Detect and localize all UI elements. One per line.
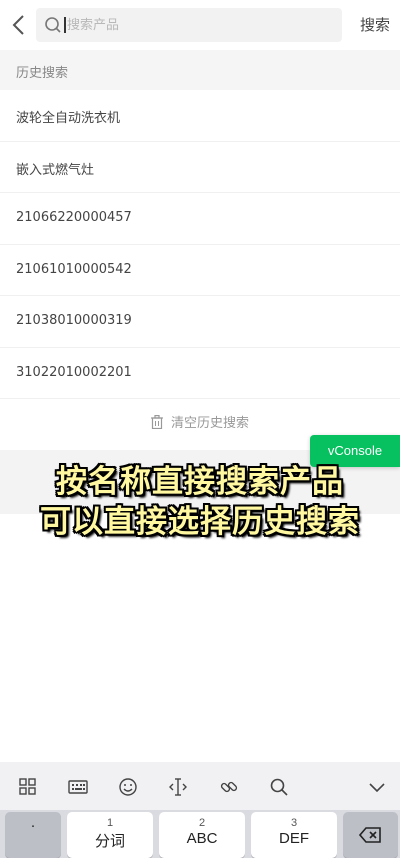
punctuation-key[interactable]: · — [5, 812, 61, 858]
history-item[interactable]: 波轮全自动洗衣机 — [0, 90, 400, 142]
back-arrow-icon[interactable] — [8, 12, 30, 38]
history-list: 波轮全自动洗衣机 嵌入式燃气灶 21066220000457 210610100… — [0, 90, 400, 399]
history-item[interactable]: 31022010002201 — [0, 348, 400, 399]
backspace-icon — [358, 827, 381, 843]
key-3[interactable]: 3 DEF — [251, 812, 337, 858]
grid-icon[interactable] — [17, 776, 39, 798]
key-number: 1 — [106, 817, 114, 829]
search-box[interactable] — [36, 8, 342, 42]
history-header: 历史搜索 — [0, 50, 400, 90]
search-button[interactable]: 搜索 — [360, 14, 390, 35]
caption-line-1: 按名称直接搜索产品 — [56, 464, 344, 500]
clear-history-button[interactable]: 清空历史搜索 — [0, 412, 400, 431]
history-item[interactable]: 21066220000457 — [0, 193, 400, 245]
chevron-down-icon[interactable] — [366, 776, 388, 798]
key-number: 2 — [198, 817, 206, 829]
search-input[interactable] — [67, 8, 327, 42]
emoji-icon[interactable] — [117, 776, 139, 798]
caption-line-2: 可以直接选择历史搜索 — [40, 504, 360, 540]
text-caret — [64, 17, 66, 33]
search-icon[interactable] — [268, 776, 290, 798]
key-2[interactable]: 2 ABC — [159, 812, 245, 858]
key-label: DEF — [279, 830, 309, 847]
clear-history-label: 清空历史搜索 — [170, 416, 249, 431]
key-1[interactable]: 1 分词 — [67, 812, 153, 858]
key-label: · — [30, 817, 36, 834]
keyboard-toolbar — [0, 762, 400, 810]
search-bar: 搜索 — [0, 0, 400, 50]
key-label: 分词 — [94, 833, 125, 850]
link-icon[interactable] — [218, 776, 240, 798]
video-caption: 按名称直接搜索产品 可以直接选择历史搜索 — [0, 462, 400, 542]
text-cursor-icon[interactable] — [167, 776, 189, 798]
history-item[interactable]: 嵌入式燃气灶 — [0, 142, 400, 193]
history-item[interactable]: 21038010000319 — [0, 296, 400, 348]
key-number: 3 — [290, 817, 298, 829]
search-icon — [45, 17, 61, 33]
trash-icon — [150, 415, 163, 429]
backspace-key[interactable] — [343, 812, 398, 858]
keyboard-keys: · 1 分词 2 ABC 3 DEF — [0, 810, 400, 858]
history-item[interactable]: 21061010000542 — [0, 245, 400, 296]
key-label: ABC — [186, 830, 218, 847]
keyboard-icon[interactable] — [67, 776, 89, 798]
